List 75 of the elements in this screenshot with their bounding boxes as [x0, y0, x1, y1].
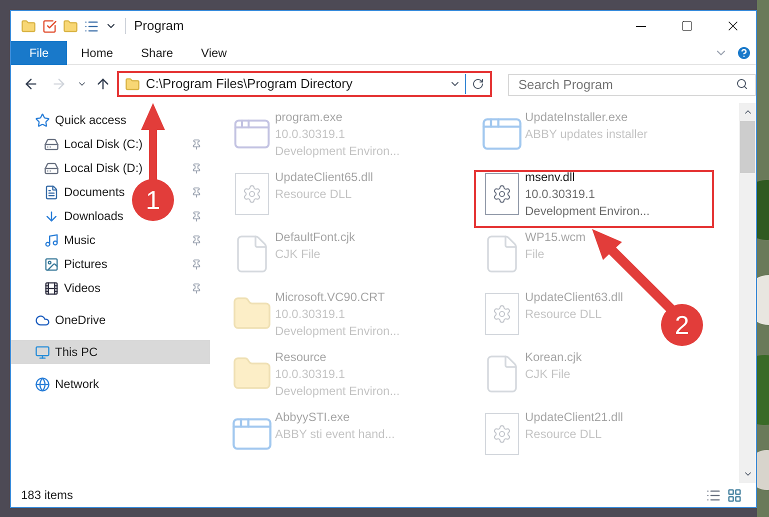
step-badge: 2 — [661, 304, 703, 346]
pin-icon[interactable] — [191, 258, 202, 270]
folder-icon[interactable] — [21, 18, 36, 34]
pin-icon[interactable] — [191, 162, 202, 174]
pin-icon[interactable] — [191, 186, 202, 198]
download-icon — [44, 208, 59, 224]
star-icon — [35, 112, 50, 128]
monitor-icon — [35, 344, 50, 360]
sidebar-item[interactable]: This PC — [11, 340, 210, 364]
sidebar-item[interactable]: Documents — [64, 183, 125, 201]
up-icon[interactable] — [94, 76, 111, 92]
settings-file-icon — [484, 173, 518, 215]
settings-file-icon — [484, 293, 518, 335]
file-detail: Development Environ... — [275, 383, 400, 400]
sidebar-item[interactable]: Network — [55, 375, 100, 393]
back-icon[interactable] — [23, 76, 39, 92]
file-detail: Resource DLL — [525, 426, 602, 443]
pin-icon[interactable] — [191, 210, 202, 222]
pin-icon[interactable] — [191, 138, 202, 150]
ribbon-tab[interactable]: View — [187, 40, 241, 64]
file-detail: ABBY sti event hand... — [275, 426, 395, 443]
large-icons-view-icon[interactable] — [727, 488, 742, 502]
search-icon[interactable] — [736, 78, 748, 90]
file-menu-tab[interactable]: File — [11, 40, 67, 64]
details-view-icon[interactable] — [706, 488, 721, 502]
file-detail: File — [525, 246, 544, 263]
file-name[interactable]: msenv.dll — [525, 169, 575, 186]
pin-icon[interactable] — [191, 282, 202, 294]
address-field[interactable]: C:\Program Files\Program Directory — [116, 71, 492, 97]
sidebar-item[interactable]: Music — [64, 231, 96, 249]
folder-icon[interactable] — [63, 18, 78, 34]
drive-icon — [44, 136, 59, 152]
sidebar-item[interactable]: OneDrive — [55, 311, 106, 329]
sidebar-item[interactable]: Local Disk (C:) — [64, 135, 143, 153]
film-icon — [44, 280, 59, 296]
pin-icon[interactable] — [191, 234, 202, 246]
file-detail: Development Environ... — [275, 143, 400, 160]
picture-icon — [44, 256, 59, 272]
document-icon — [44, 184, 59, 200]
file-detail: 10.0.30319.1 — [275, 366, 346, 383]
file-detail: CJK File — [525, 366, 570, 383]
refresh-icon[interactable] — [472, 78, 484, 90]
item-count: 183 items — [21, 487, 74, 504]
settings-file-icon — [484, 413, 518, 455]
sidebar-item[interactable]: Quick access — [55, 111, 126, 129]
folder-icon — [124, 76, 140, 92]
file-detail: 10.0.30319.1 — [275, 306, 346, 323]
file-detail: Resource DLL — [525, 306, 602, 323]
help-icon[interactable] — [736, 44, 752, 60]
drive-icon — [44, 160, 59, 176]
settings-file-icon — [234, 173, 268, 215]
music-note-icon — [44, 232, 59, 248]
file-detail: CJK File — [275, 246, 320, 263]
properties-icon[interactable] — [84, 18, 99, 34]
sidebar-item[interactable]: Local Disk (D:) — [64, 159, 143, 177]
network-icon — [35, 376, 50, 392]
file-detail: 10.0.30319.1 — [525, 186, 596, 203]
scrollbar[interactable] — [739, 103, 756, 483]
sidebar-item[interactable]: Videos — [64, 279, 100, 297]
ribbon-tab[interactable]: Share — [127, 40, 188, 64]
search-field[interactable]: Search Program — [508, 74, 756, 96]
maximize-icon — [681, 20, 693, 32]
window-title: Program — [134, 17, 185, 36]
file-detail: ABBY updates installer — [525, 126, 648, 143]
file-detail: Development Environ... — [275, 323, 400, 340]
cloud-icon — [35, 312, 50, 328]
checklist-icon[interactable] — [42, 18, 57, 34]
ribbon-tab[interactable]: Home — [67, 40, 128, 64]
file-detail: Resource DLL — [275, 186, 352, 203]
sidebar-item[interactable]: Downloads — [64, 207, 124, 225]
file-detail: Development Environ... — [525, 203, 650, 220]
step-badge: 1 — [132, 179, 174, 221]
file-detail: 10.0.30319.1 — [275, 126, 346, 143]
scroll-thumb[interactable] — [740, 121, 755, 173]
sidebar-item[interactable]: Pictures — [64, 255, 108, 273]
